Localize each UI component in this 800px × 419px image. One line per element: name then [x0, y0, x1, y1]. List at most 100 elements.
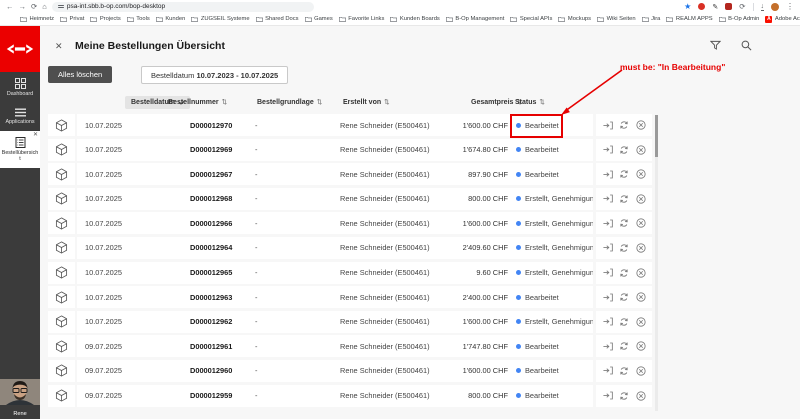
cancel-order-icon[interactable] — [636, 120, 646, 130]
bookmark-item[interactable]: A Projects — [90, 16, 120, 22]
bookmark-item[interactable]: A Special APIs — [510, 16, 552, 22]
order-number[interactable]: D000012962 — [190, 317, 255, 326]
order-row[interactable]: 10.07.2025 D000012966 - Rene Schneider (… — [48, 212, 652, 234]
sort-icon[interactable]: ⇅ — [317, 98, 322, 106]
browser-menu-icon[interactable]: ⋮ — [786, 2, 794, 11]
reorder-icon[interactable] — [619, 268, 629, 278]
order-number[interactable]: D000012966 — [190, 219, 255, 228]
assign-order-icon[interactable] — [603, 317, 613, 326]
order-row[interactable]: 10.07.2025 D000012968 - Rene Schneider (… — [48, 188, 652, 210]
bookmark-item[interactable]: A B-Op Admin — [719, 16, 760, 22]
reorder-icon[interactable] — [619, 218, 629, 228]
assign-order-icon[interactable] — [603, 293, 613, 302]
filter-funnel-icon[interactable] — [710, 40, 721, 51]
column-header-bestellnummer[interactable]: Bestellnummer ⇅ — [168, 98, 227, 106]
bookmark-item[interactable]: A Shared Docs — [256, 16, 299, 22]
cancel-order-icon[interactable] — [636, 218, 646, 228]
order-number[interactable]: D000012963 — [190, 293, 255, 302]
address-bar[interactable]: psa-int.sbb.b-op.com/bop-desktop — [52, 2, 314, 12]
extensions-icon[interactable]: ⟳ — [739, 2, 745, 11]
sort-icon[interactable]: ⇅ — [539, 98, 544, 106]
cancel-order-icon[interactable] — [636, 341, 646, 351]
assign-order-icon[interactable] — [603, 391, 613, 400]
sidebar-item[interactable]: ✕ Dashboard — [0, 72, 40, 102]
search-icon[interactable] — [741, 40, 752, 51]
close-tab-icon[interactable]: ✕ — [33, 131, 38, 138]
reorder-icon[interactable] — [619, 243, 629, 253]
assign-order-icon[interactable] — [603, 243, 613, 252]
sidebar-item[interactable]: ✕ Applications — [0, 102, 40, 130]
order-row[interactable]: 10.07.2025 D000012962 - Rene Schneider (… — [48, 311, 652, 333]
order-number[interactable]: D000012970 — [190, 121, 255, 130]
forward-icon[interactable]: → — [19, 3, 27, 11]
order-row[interactable]: 10.07.2025 D000012963 - Rene Schneider (… — [48, 286, 652, 308]
cancel-order-icon[interactable] — [636, 145, 646, 155]
order-number[interactable]: D000012964 — [190, 243, 255, 252]
column-header-bestellgrundlage[interactable]: Bestellgrundlage ⇅ — [257, 98, 322, 106]
bookmark-item[interactable]: A Privat — [60, 16, 84, 22]
assign-order-icon[interactable] — [603, 194, 613, 203]
bookmark-item[interactable]: A REALM APPS — [666, 16, 712, 22]
order-number[interactable]: D000012969 — [190, 145, 255, 154]
reorder-icon[interactable] — [619, 366, 629, 376]
bookmark-item[interactable]: A ZUGSEIL Systeme — [191, 16, 249, 22]
order-row[interactable]: 09.07.2025 D000012959 - Rene Schneider (… — [48, 385, 652, 407]
cancel-order-icon[interactable] — [636, 169, 646, 179]
scrollbar-thumb[interactable] — [655, 115, 658, 157]
bookmark-item[interactable]: A Adobe Acrobat — [765, 16, 800, 23]
order-number[interactable]: D000012965 — [190, 268, 255, 277]
home-icon[interactable]: ⌂ — [42, 3, 47, 11]
extension-icon[interactable] — [725, 3, 732, 10]
back-icon[interactable]: ← — [6, 3, 14, 11]
site-info-icon[interactable] — [58, 4, 64, 9]
assign-order-icon[interactable] — [603, 219, 613, 228]
order-row[interactable]: 10.07.2025 D000012967 - Rene Schneider (… — [48, 163, 652, 185]
reorder-icon[interactable] — [619, 292, 629, 302]
order-number[interactable]: D000012961 — [190, 342, 255, 351]
bookmark-item[interactable]: A Wiki Seiten — [597, 16, 636, 22]
order-row[interactable]: 10.07.2025 D000012970 - Rene Schneider (… — [48, 114, 652, 136]
sidebar-user[interactable]: Rene — [0, 379, 40, 417]
assign-order-icon[interactable] — [603, 170, 613, 179]
bookmark-item[interactable]: A Games — [305, 16, 333, 22]
clear-all-filters-button[interactable]: Alles löschen — [48, 66, 112, 83]
bookmark-item[interactable]: A Jira — [642, 16, 661, 22]
cancel-order-icon[interactable] — [636, 194, 646, 204]
assign-order-icon[interactable] — [603, 268, 613, 277]
column-header-erstellt-von[interactable]: Erstellt von ⇅ — [343, 98, 390, 106]
order-row[interactable]: 10.07.2025 D000012969 - Rene Schneider (… — [48, 139, 652, 161]
cancel-order-icon[interactable] — [636, 243, 646, 253]
assign-order-icon[interactable] — [603, 145, 613, 154]
date-filter-chip[interactable]: Bestelldatum 10.07.2023 - 10.07.2025 — [141, 66, 288, 84]
bookmark-item[interactable]: A Heimnetz — [20, 16, 54, 22]
order-number[interactable]: D000012960 — [190, 366, 255, 375]
bookmark-star-icon[interactable]: ★ — [684, 2, 691, 11]
reorder-icon[interactable] — [619, 120, 629, 130]
profile-avatar[interactable] — [771, 3, 779, 11]
bookmark-item[interactable]: A Kunden Boards — [390, 16, 439, 22]
assign-order-icon[interactable] — [603, 366, 613, 375]
bookmark-item[interactable]: A Mockups — [558, 16, 591, 22]
cancel-order-icon[interactable] — [636, 292, 646, 302]
order-number[interactable]: D000012959 — [190, 391, 255, 400]
reload-icon[interactable]: ⟳ — [31, 3, 37, 11]
vertical-scrollbar[interactable] — [655, 115, 658, 411]
sidebar-item[interactable]: ✕ Bestellübersicht — [0, 131, 40, 168]
bookmark-item[interactable]: A B-Op Management — [446, 16, 504, 22]
column-header-status[interactable]: Status ⇅ — [515, 98, 545, 106]
reorder-icon[interactable] — [619, 169, 629, 179]
order-number[interactable]: D000012967 — [190, 170, 255, 179]
pen-extension-icon[interactable]: ✎ — [712, 3, 718, 11]
order-row[interactable]: 10.07.2025 D000012964 - Rene Schneider (… — [48, 237, 652, 259]
reorder-icon[interactable] — [619, 194, 629, 204]
reorder-icon[interactable] — [619, 145, 629, 155]
order-row[interactable]: 10.07.2025 D000012965 - Rene Schneider (… — [48, 262, 652, 284]
order-number[interactable]: D000012968 — [190, 194, 255, 203]
reorder-icon[interactable] — [619, 391, 629, 401]
cancel-order-icon[interactable] — [636, 317, 646, 327]
cancel-order-icon[interactable] — [636, 268, 646, 278]
order-row[interactable]: 09.07.2025 D000012960 - Rene Schneider (… — [48, 360, 652, 382]
close-icon[interactable]: ✕ — [55, 41, 63, 52]
assign-order-icon[interactable] — [603, 342, 613, 351]
adblock-extension-icon[interactable] — [698, 3, 705, 10]
